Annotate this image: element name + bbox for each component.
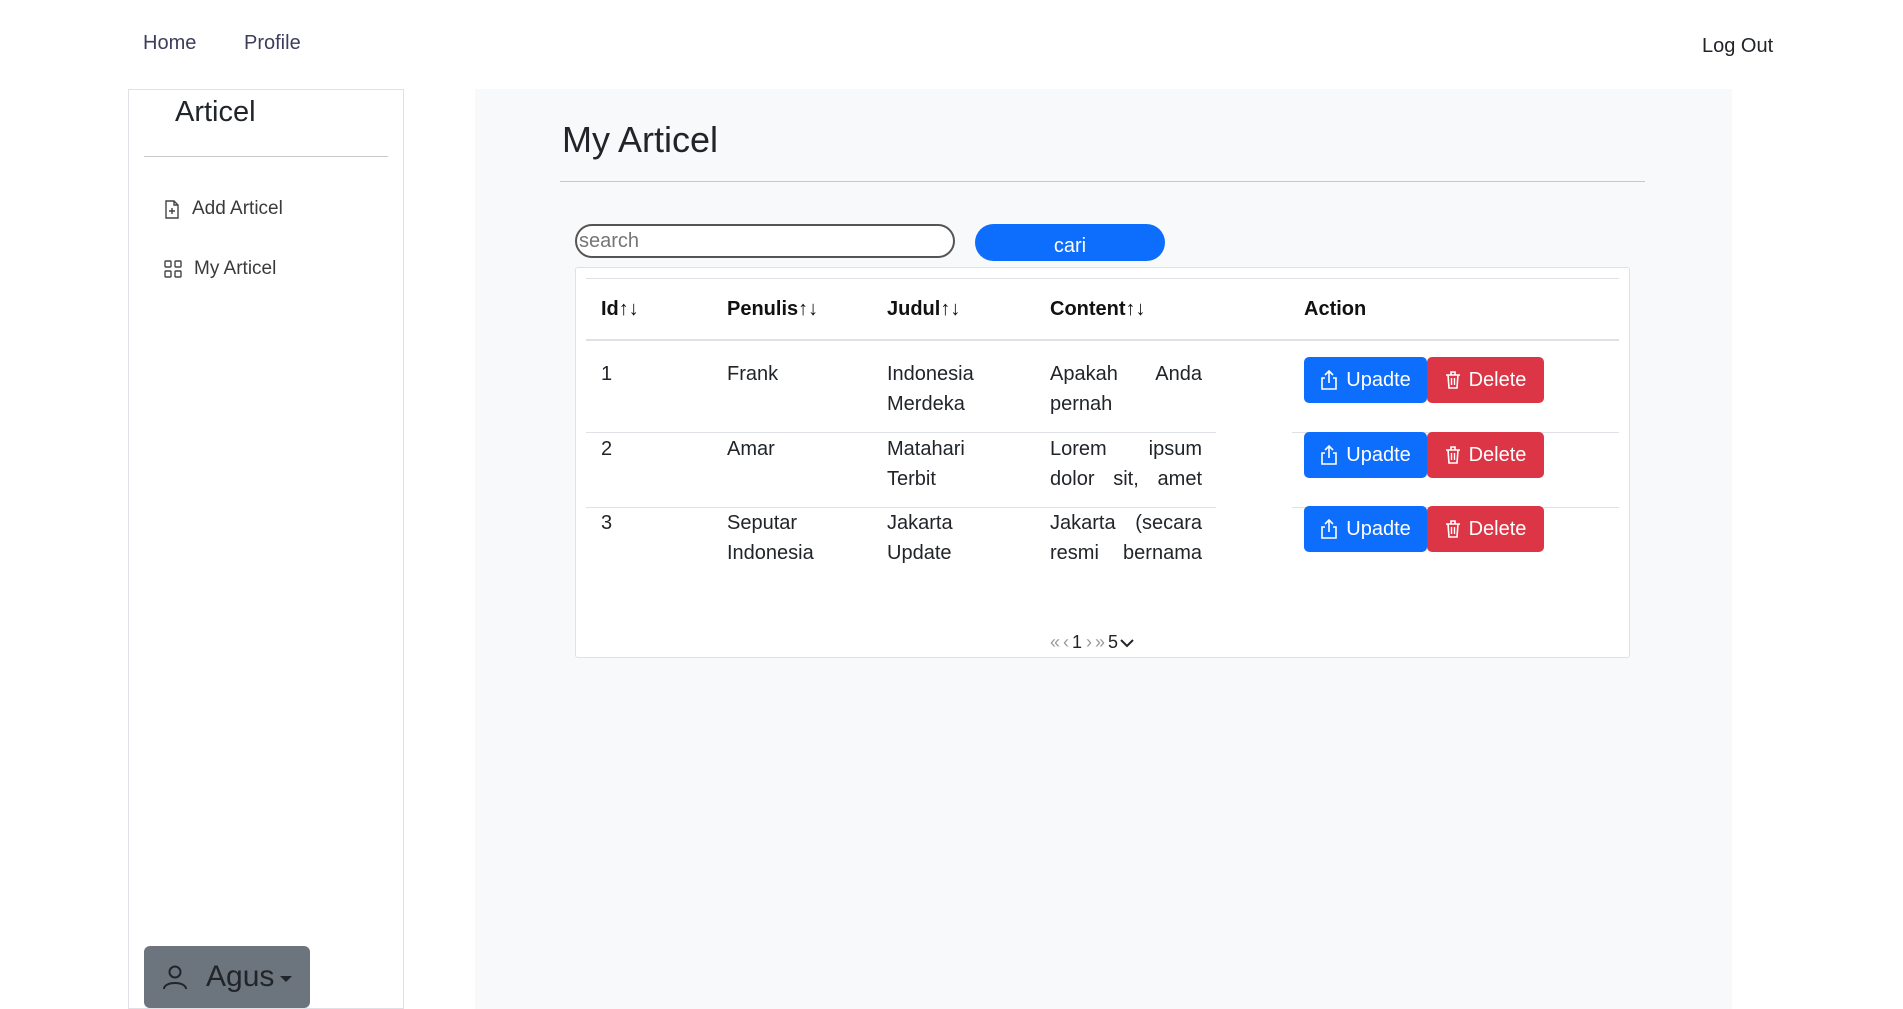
col-header-penulis[interactable]: Penulis↑↓ — [727, 298, 818, 321]
page-title: My Articel — [562, 119, 719, 160]
page-size-select[interactable]: 5 — [1108, 632, 1134, 653]
cell-id: 1 — [601, 363, 613, 385]
delete-label: Delete — [1468, 517, 1527, 540]
search-input[interactable] — [575, 224, 955, 258]
search-button[interactable]: cari — [975, 224, 1165, 261]
share-icon — [1321, 370, 1338, 390]
articles-table-card: Id↑↓ Penulis↑↓ Judul↑↓ Content↑↓ Action … — [575, 267, 1630, 658]
sidebar-divider — [144, 156, 388, 157]
delete-label: Delete — [1468, 443, 1527, 466]
update-button[interactable]: Upadte — [1304, 506, 1427, 552]
delete-button[interactable]: Delete — [1427, 357, 1544, 403]
file-plus-icon — [165, 199, 179, 219]
col-header-content[interactable]: Content↑↓ — [1050, 298, 1146, 321]
cell-id: 3 — [601, 512, 613, 534]
sidebar: Articel Add Articel My Articel Agus — [128, 89, 404, 1009]
cell-judul: Matahari Terbit — [887, 438, 965, 490]
trash-icon — [1445, 520, 1460, 538]
cell-penulis: Frank — [727, 363, 779, 385]
trash-icon — [1445, 446, 1460, 464]
update-label: Upadte — [1346, 517, 1411, 540]
cell-penulis: Seputar Indonesia — [727, 512, 814, 564]
grid-icon — [164, 260, 182, 278]
first-page-button[interactable]: « — [1050, 632, 1060, 653]
update-button[interactable]: Upadte — [1304, 357, 1427, 403]
sidebar-item-label: Add Articel — [192, 198, 283, 219]
sidebar-item-add-articel[interactable]: Add Articel — [164, 194, 283, 224]
table-row: 3 Seputar Indonesia Jakarta Update Jakar… — [576, 490, 1631, 582]
table-top-border — [586, 278, 1619, 279]
sidebar-item-label: My Articel — [194, 258, 277, 279]
next-page-button[interactable]: › — [1086, 632, 1092, 653]
col-header-action: Action — [1304, 298, 1367, 320]
update-label: Upadte — [1346, 443, 1411, 466]
last-page-button[interactable]: » — [1095, 632, 1105, 653]
current-page: 1 — [1072, 632, 1083, 652]
update-label: Upadte — [1346, 368, 1411, 391]
share-icon — [1321, 445, 1338, 465]
update-button[interactable]: Upadte — [1304, 432, 1427, 478]
cell-penulis: Amar — [727, 438, 775, 460]
nav-home-link[interactable]: Home — [143, 32, 196, 55]
cell-judul: Indonesia Merdeka — [887, 363, 974, 415]
delete-button[interactable]: Delete — [1427, 432, 1544, 478]
prev-page-button[interactable]: ‹ — [1063, 632, 1069, 653]
cell-judul: Jakarta Update — [887, 512, 953, 564]
caret-down-icon — [280, 976, 293, 982]
delete-button[interactable]: Delete — [1427, 506, 1544, 552]
pagination: « ‹ 1 › » 5 — [1050, 632, 1134, 653]
user-name: Agus — [206, 960, 275, 993]
share-icon — [1321, 519, 1338, 539]
cell-id: 2 — [601, 438, 613, 460]
sidebar-brand: Articel — [175, 96, 256, 128]
chevron-down-icon — [1120, 638, 1134, 647]
delete-label: Delete — [1468, 368, 1527, 391]
trash-icon — [1445, 371, 1460, 389]
col-header-judul[interactable]: Judul↑↓ — [887, 298, 960, 321]
main-content: My Articel cari Id↑↓ Penulis↑↓ Judul↑↓ C… — [475, 89, 1732, 1009]
title-divider — [560, 181, 1645, 182]
page-size-value: 5 — [1108, 632, 1119, 652]
cell-content: Jakarta (secara resmi bernama Daerah Khu… — [1050, 512, 1202, 564]
col-header-id[interactable]: Id↑↓ — [601, 298, 639, 321]
user-dropdown-button[interactable]: Agus — [144, 946, 310, 1008]
sidebar-item-my-articel[interactable]: My Articel — [164, 254, 276, 284]
top-navbar: Home Profile Log Out — [0, 0, 1903, 90]
logout-link[interactable]: Log Out — [1702, 35, 1773, 58]
person-icon — [162, 964, 188, 990]
nav-profile-link[interactable]: Profile — [244, 32, 301, 55]
